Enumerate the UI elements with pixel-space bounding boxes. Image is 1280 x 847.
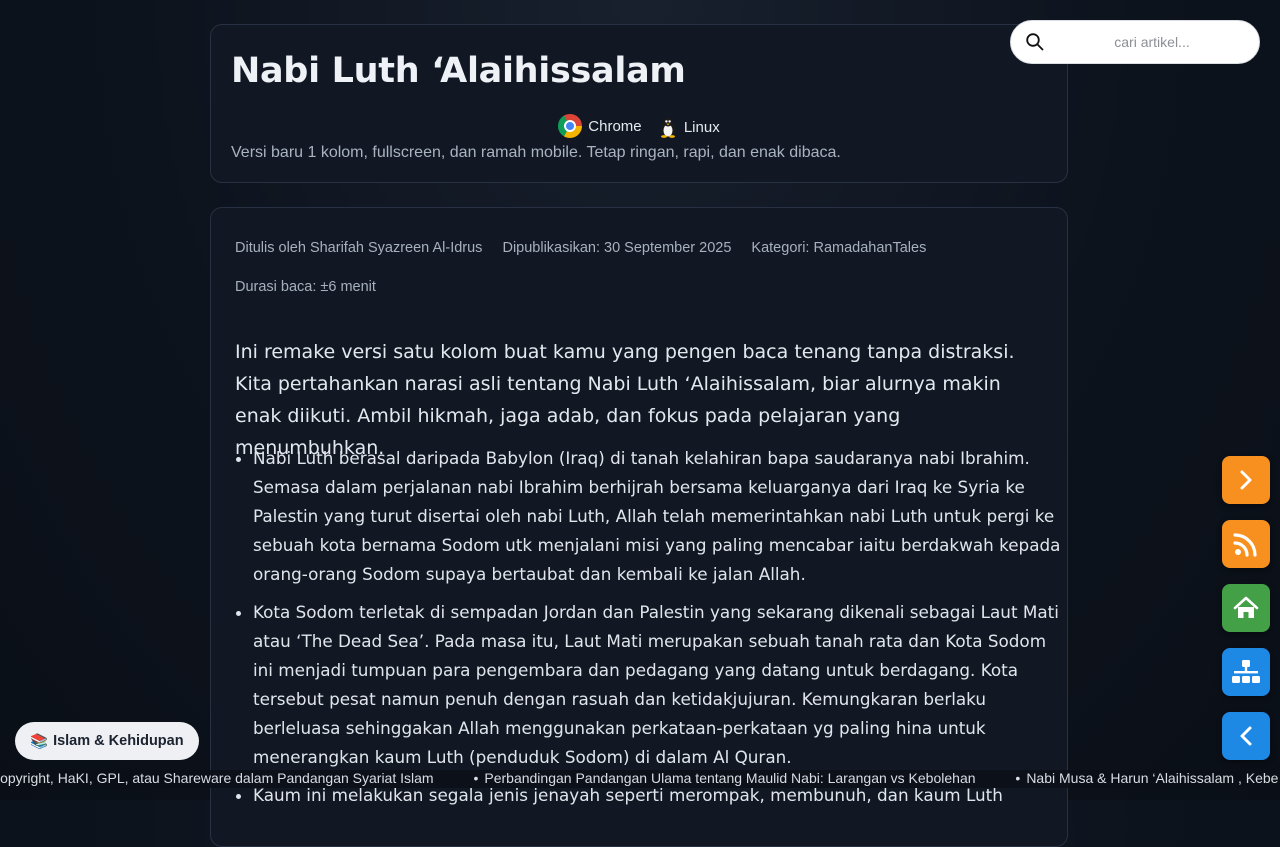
next-icon (1240, 470, 1252, 490)
ticker-item-text: Perbandingan Pandangan Ulama tentang Mau… (484, 770, 976, 786)
browser-label-linux: Linux (683, 118, 720, 136)
browser-badges: Chrome Linux (211, 114, 1067, 142)
article-bullets: Nabi Luth berasal daripada Babylon (Iraq… (235, 444, 1065, 819)
ticker-item[interactable]: Copyright, HaKI, GPL, atau Shareware dal… (0, 770, 434, 786)
ticker-item[interactable]: • Nabi Musa & Harun ‘Alaihissalam , Kebe (1015, 770, 1278, 786)
home-button[interactable] (1222, 584, 1270, 632)
back-button[interactable] (1222, 712, 1270, 760)
list-item: Nabi Luth berasal daripada Babylon (Iraq… (253, 444, 1065, 589)
ticker-item[interactable]: • Perbandingan Pandangan Ulama tentang Ma… (473, 770, 975, 786)
next-article-button[interactable] (1222, 456, 1270, 504)
page-title: Nabi Luth ‘Alaihissalam (231, 51, 686, 91)
home-icon (1233, 596, 1259, 618)
chrome-icon (558, 114, 583, 138)
bullet-dot-icon: • (473, 770, 479, 786)
linux-tux-icon (660, 117, 675, 138)
article-card: Ditulis oleh Sharifah Syazreen Al-Idrus … (210, 207, 1068, 847)
search-icon (1026, 33, 1044, 51)
ticker-track: Copyright, HaKI, GPL, atau Shareware dal… (0, 770, 1280, 786)
sitemap-icon (1232, 660, 1260, 683)
back-icon (1240, 726, 1252, 746)
rss-icon (1233, 533, 1257, 557)
news-ticker: Copyright, HaKI, GPL, atau Shareware dal… (0, 770, 1280, 788)
search-box[interactable] (1010, 20, 1260, 64)
category-label: Kategori: RamadahanTales (751, 240, 927, 256)
author-label: Ditulis oleh Sharifah Syazreen Al-Idrus (235, 240, 483, 256)
category-chip-label: Islam & Kehidupan (53, 733, 184, 749)
browser-badge-linux: Linux (658, 116, 720, 138)
bullet-dot-icon: • (1015, 770, 1021, 786)
books-icon: 📚 (30, 733, 49, 750)
reading-time: Durasi baca: ±6 menit (235, 279, 376, 295)
browser-label-chrome: Chrome (588, 117, 642, 135)
page-subtitle: Versi baru 1 kolom, fullscreen, dan rama… (231, 144, 841, 161)
browser-badge-chrome: Chrome (558, 114, 642, 138)
sitemap-button[interactable] (1222, 648, 1270, 696)
rss-feed-button[interactable] (1222, 520, 1270, 568)
ticker-item-text: Nabi Musa & Harun ‘Alaihissalam , Kebe (1026, 770, 1279, 786)
list-item: Kota Sodom terletak di sempadan Jordan d… (253, 598, 1065, 772)
published-date: Dipublikasikan: 30 September 2025 (502, 240, 732, 256)
search-input[interactable] (1055, 33, 1249, 51)
article-meta: Ditulis oleh Sharifah Syazreen Al-Idrus … (235, 240, 942, 256)
category-chip[interactable]: 📚 Islam & Kehidupan (15, 722, 199, 760)
ticker-item-text: Copyright, HaKI, GPL, atau Shareware dal… (0, 770, 434, 786)
header-card: Nabi Luth ‘Alaihissalam Chrome Linux Ver… (210, 24, 1068, 183)
